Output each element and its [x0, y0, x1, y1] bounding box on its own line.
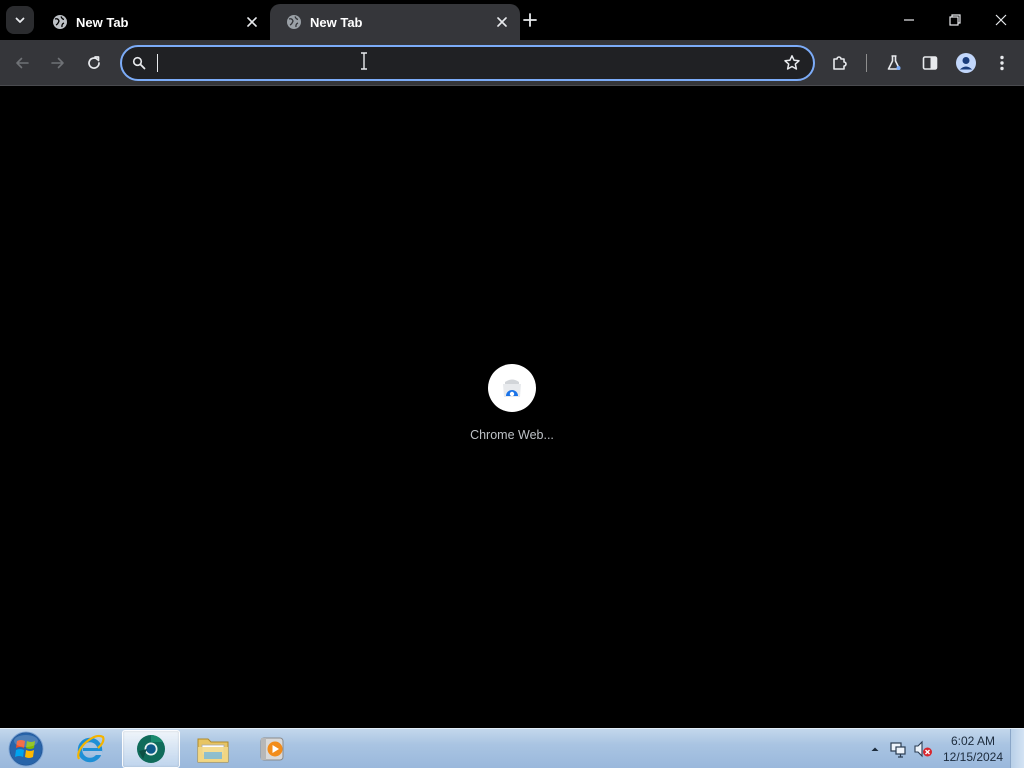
tab-new-tab-1[interactable]: New Tab	[38, 4, 270, 40]
show-hidden-icons-button[interactable]	[866, 729, 884, 768]
taskbar-media-player[interactable]	[244, 730, 302, 768]
tab-close-button[interactable]	[494, 14, 510, 30]
tab-title: New Tab	[310, 14, 363, 30]
taskbar: 6:02 AM 12/15/2024	[0, 728, 1024, 768]
text-caret	[157, 54, 158, 72]
close-icon	[497, 17, 507, 27]
shortcut-label: Chrome Web...	[470, 428, 554, 442]
chrome-canary-icon	[137, 735, 165, 763]
new-tab-page: Chrome Web...	[0, 87, 1024, 728]
side-panel-button[interactable]	[916, 49, 944, 77]
menu-button[interactable]	[988, 49, 1016, 77]
folder-icon	[197, 738, 229, 763]
back-button[interactable]	[8, 49, 36, 77]
taskbar-internet-explorer[interactable]	[61, 730, 119, 768]
network-icon	[890, 742, 906, 758]
shortcut-icon-container	[488, 364, 536, 412]
close-icon	[247, 17, 257, 27]
profile-button[interactable]	[952, 49, 980, 77]
globe-icon	[53, 15, 67, 29]
show-desktop-button[interactable]	[1010, 729, 1024, 768]
flask-icon	[887, 55, 901, 70]
minimize-icon	[904, 19, 914, 21]
browser-toolbar	[0, 40, 1024, 86]
bookmark-star-icon[interactable]	[783, 54, 801, 72]
omnibox[interactable]	[120, 45, 815, 81]
media-player-icon	[260, 737, 284, 761]
omnibox-input[interactable]	[160, 52, 760, 74]
chrome-web-store-icon	[503, 379, 521, 397]
search-icon	[132, 56, 146, 70]
chevron-down-icon	[15, 17, 25, 23]
shortcut-tile-chrome-web-store[interactable]: Chrome Web...	[462, 364, 562, 442]
minimize-button[interactable]	[886, 0, 932, 40]
volume-muted-icon	[914, 740, 932, 758]
close-icon	[995, 14, 1007, 26]
system-clock[interactable]: 6:02 AM 12/15/2024	[938, 733, 1008, 765]
new-tab-button[interactable]	[518, 8, 542, 32]
network-tray-icon[interactable]	[886, 729, 910, 768]
globe-icon	[287, 15, 301, 29]
side-panel-icon	[922, 56, 938, 70]
screen: New Tab New Tab Chrome Web... 6:02 AM 12…	[0, 0, 1024, 768]
tab-strip: New Tab New Tab	[0, 0, 1024, 40]
reload-button[interactable]	[80, 49, 108, 77]
clock-date: 12/15/2024	[942, 750, 1004, 764]
forward-button[interactable]	[44, 49, 72, 77]
clock-time: 6:02 AM	[950, 734, 996, 748]
tab-search-button[interactable]	[6, 6, 34, 34]
arrow-left-icon	[16, 57, 29, 69]
plus-icon	[523, 13, 537, 27]
extensions-button[interactable]	[826, 49, 854, 77]
chevron-up-icon	[871, 747, 879, 751]
labs-button[interactable]	[880, 49, 908, 77]
tab-new-tab-2[interactable]: New Tab	[270, 4, 520, 40]
puzzle-icon	[833, 56, 847, 70]
windows-orb-icon	[8, 731, 44, 767]
more-vert-icon	[1000, 55, 1004, 71]
tab-close-button[interactable]	[244, 14, 260, 30]
close-window-button[interactable]	[978, 0, 1024, 40]
start-button[interactable]	[6, 730, 46, 768]
arrow-right-icon	[51, 57, 64, 69]
avatar-icon	[956, 53, 976, 73]
reload-icon	[88, 56, 100, 69]
tab-title: New Tab	[76, 14, 129, 30]
restore-button[interactable]	[932, 0, 978, 40]
taskbar-chrome-canary[interactable]	[122, 730, 180, 768]
internet-explorer-icon	[77, 734, 105, 763]
toolbar-separator	[866, 54, 867, 72]
ibeam-cursor-icon	[361, 52, 367, 70]
volume-tray-icon[interactable]	[911, 729, 935, 768]
taskbar-windows-explorer[interactable]	[184, 730, 242, 768]
restore-icon	[949, 14, 961, 26]
